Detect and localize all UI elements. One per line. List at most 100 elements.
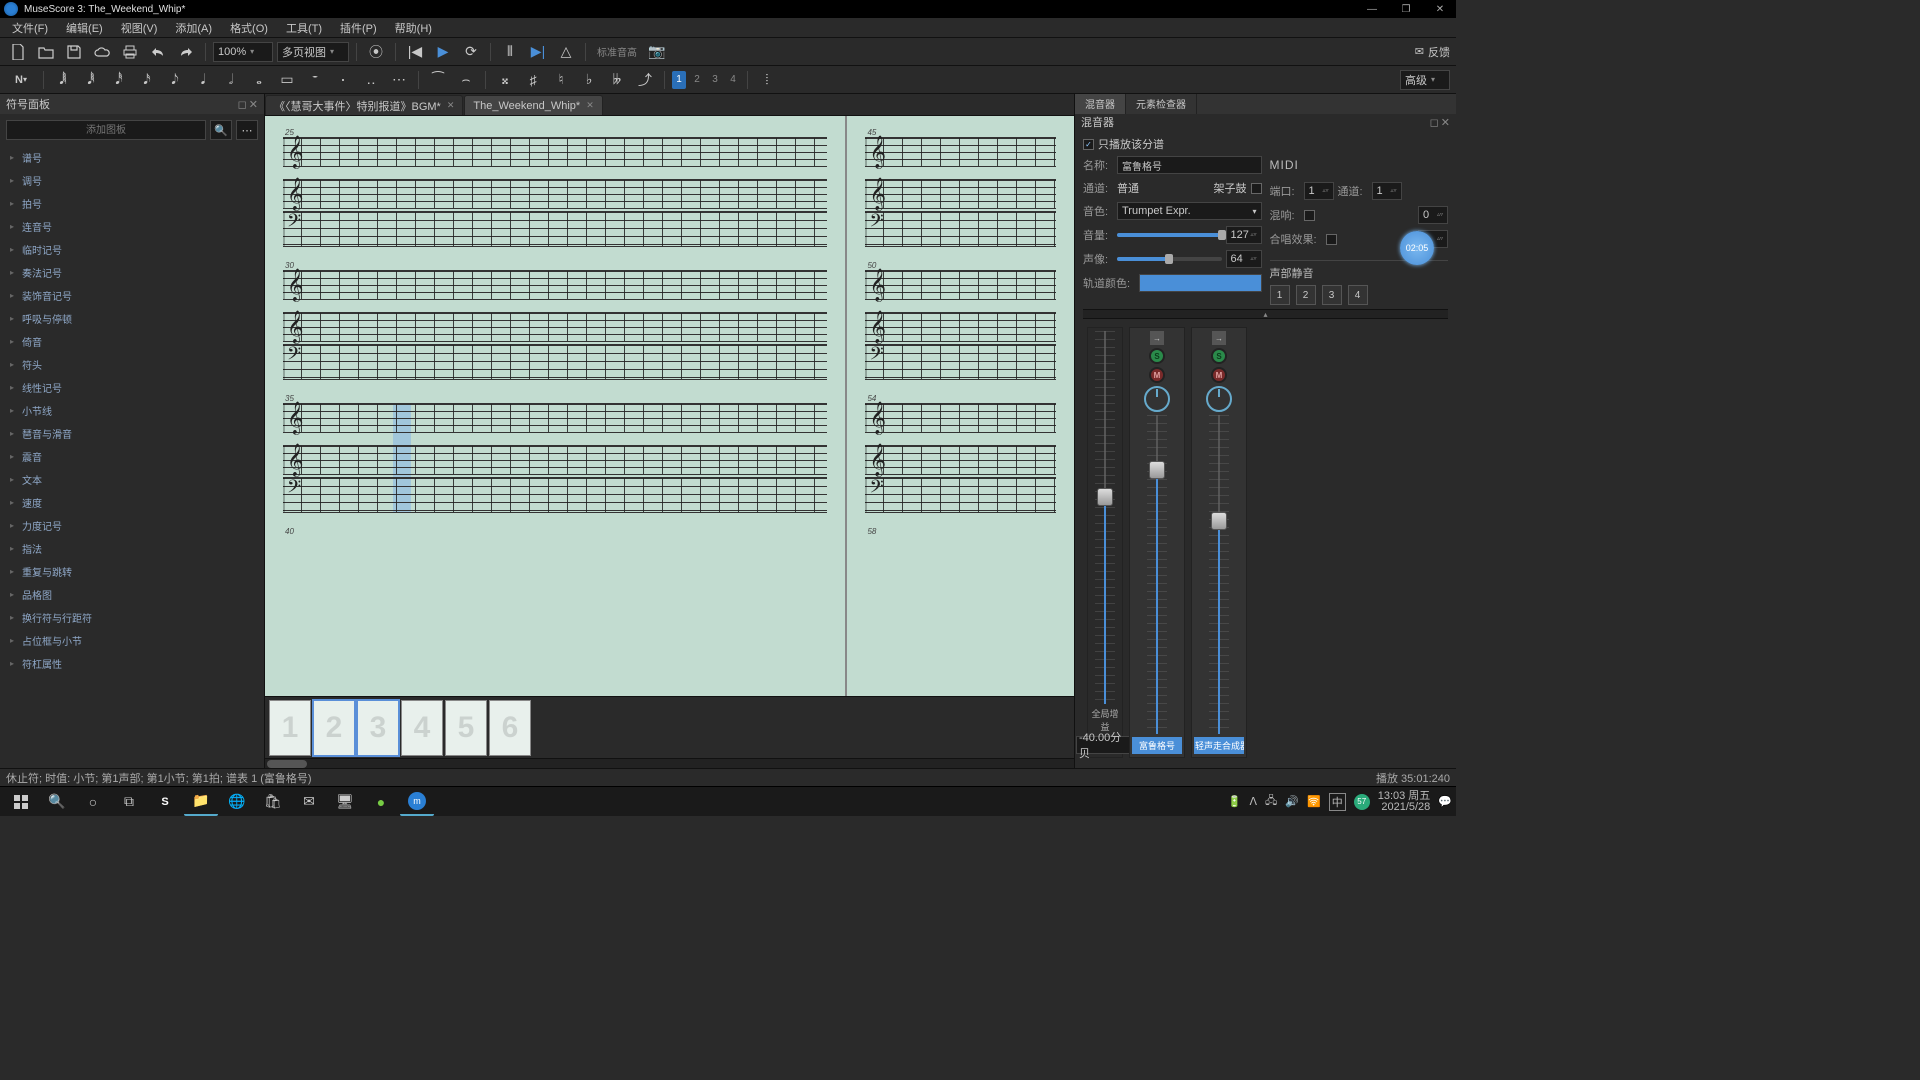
tab-mixer[interactable]: 混音器 (1075, 94, 1126, 114)
flip-icon[interactable]: ⤴ (633, 69, 657, 91)
taskbar-clock[interactable]: 13:03 周五 2021/5/28 (1378, 791, 1431, 813)
page-thumbnail[interactable]: 6 (489, 700, 531, 756)
palette-item[interactable]: 连音号 (0, 215, 264, 238)
palette-item[interactable]: 速度 (0, 491, 264, 514)
musescore-icon[interactable]: m (400, 788, 434, 816)
navigator-scrollbar[interactable] (265, 758, 1074, 768)
note-whole-icon[interactable]: 𝅗𝅥 (219, 69, 243, 91)
rewind-icon[interactable]: |◀ (403, 41, 427, 63)
palette-item[interactable]: 倚音 (0, 330, 264, 353)
menu-file[interactable]: 文件(F) (4, 18, 56, 38)
note-8th-icon[interactable]: 𝅘𝅥𝅯 (135, 69, 159, 91)
tray-chevron-icon[interactable]: ᐱ (1250, 795, 1258, 808)
edge-icon[interactable]: 🌐 (220, 788, 254, 816)
voice-3-button[interactable]: 3 (708, 71, 722, 89)
triple-dot-icon[interactable]: ⋯ (387, 69, 411, 91)
palette-item[interactable]: 临时记号 (0, 238, 264, 261)
volume-slider[interactable] (1117, 233, 1222, 237)
master-gain-value[interactable]: -40.00分贝 (1076, 736, 1134, 754)
play-icon[interactable]: ▶ (431, 41, 455, 63)
palette-item[interactable]: 呼吸与停顿 (0, 307, 264, 330)
workspace-select[interactable]: 高级 (1400, 70, 1450, 90)
palette-item[interactable]: 调号 (0, 169, 264, 192)
sharp-icon[interactable]: ♯ (521, 69, 545, 91)
palette-item[interactable]: 重复与跳转 (0, 560, 264, 583)
palette-item[interactable]: 奏法记号 (0, 261, 264, 284)
camera-icon[interactable]: 📷 (645, 41, 669, 63)
pan-slider[interactable] (1117, 257, 1222, 261)
track-color-swatch[interactable] (1139, 274, 1262, 292)
palette-item[interactable]: 品格图 (0, 583, 264, 606)
mixer-collapse-handle[interactable] (1083, 309, 1448, 319)
image-capture-icon[interactable]: ⦿ (364, 41, 388, 63)
maximize-button[interactable]: ❐ (1394, 2, 1418, 16)
channel-fader[interactable] (1147, 415, 1167, 734)
note-dot-icon[interactable]: 𝅝 (247, 69, 271, 91)
palette-item[interactable]: 符杠属性 (0, 652, 264, 675)
palette-item[interactable]: 指法 (0, 537, 264, 560)
undock-icon[interactable]: ◻ (238, 98, 247, 111)
palette-more-icon[interactable]: ⋯ (236, 120, 258, 140)
dot-icon[interactable]: · (331, 69, 355, 91)
loop-out-icon[interactable]: ▶| (526, 41, 550, 63)
note-quarter-icon[interactable]: 𝅘𝅥𝅮 (163, 69, 187, 91)
rest-icon[interactable]: 𝄻 (303, 69, 327, 91)
palette-item[interactable]: 文本 (0, 468, 264, 491)
concert-pitch-button[interactable]: 标准音高 (593, 44, 641, 59)
palette-item[interactable]: 谱号 (0, 146, 264, 169)
tie-icon[interactable]: ⁀ (426, 69, 450, 91)
undock-icon[interactable]: ◻ (1430, 116, 1439, 129)
menu-plugins[interactable]: 插件(P) (332, 18, 385, 38)
channel-fader[interactable] (1209, 415, 1229, 734)
tray-badge-icon[interactable]: 57 (1354, 794, 1370, 810)
expand-strip-icon[interactable]: → (1150, 331, 1164, 345)
voice-mute-1[interactable]: 1 (1270, 285, 1290, 305)
page-thumbnail[interactable]: 2 (313, 700, 355, 756)
palette-item[interactable]: 力度记号 (0, 514, 264, 537)
save-icon[interactable] (62, 41, 86, 63)
palette-item[interactable]: 拍号 (0, 192, 264, 215)
network-icon[interactable]: 🖧 (1265, 792, 1277, 811)
solo-button[interactable]: S (1149, 348, 1165, 364)
volume-icon[interactable]: 🔊 (1285, 795, 1299, 808)
wifi-icon[interactable]: 🛜 (1307, 795, 1321, 808)
ime-button[interactable]: 中 (1329, 793, 1346, 811)
tab-close-icon[interactable]: ✕ (586, 100, 594, 111)
mute-button[interactable]: M (1149, 367, 1165, 383)
score-canvas[interactable]: 25 𝄞 𝄞 𝄢 30 𝄞 𝄞 𝄢 35 (265, 116, 1074, 696)
panel-close-icon[interactable]: ✕ (249, 98, 258, 111)
panel-close-icon[interactable]: ✕ (1441, 116, 1450, 129)
mail-app-icon[interactable]: ✉ (292, 788, 326, 816)
document-tab[interactable]: 《〈慧哥大事件〉特别报道》BGM*✕ (265, 95, 463, 115)
slur-icon[interactable]: ⌢ (454, 69, 478, 91)
note-32nd-icon[interactable]: 𝅘𝅥𝅱 (79, 69, 103, 91)
undo-icon[interactable] (146, 41, 170, 63)
play-sub-only-checkbox[interactable] (1083, 139, 1094, 150)
menu-format[interactable]: 格式(O) (222, 18, 276, 38)
mute-button[interactable]: M (1211, 367, 1227, 383)
loop-icon[interactable]: ⟳ (459, 41, 483, 63)
palette-item[interactable]: 占位框与小节 (0, 629, 264, 652)
tab-inspector[interactable]: 元素检查器 (1126, 94, 1197, 114)
double-flat-icon[interactable]: 𝄫 (605, 69, 629, 91)
note-half-icon[interactable]: 𝅘𝅥 (191, 69, 215, 91)
minimize-button[interactable]: — (1360, 2, 1384, 16)
voice-2-button[interactable]: 2 (690, 71, 704, 89)
page-thumbnail[interactable]: 4 (401, 700, 443, 756)
pan-knob[interactable] (1206, 386, 1232, 412)
explorer-icon[interactable]: 📁 (184, 788, 218, 816)
master-fader[interactable] (1095, 331, 1115, 704)
feedback-button[interactable]: 反馈 (1428, 44, 1450, 60)
reverb-spin[interactable]: 0 (1418, 206, 1448, 224)
tuplet-icon[interactable]: ⦙ (755, 69, 779, 91)
start-button[interactable] (4, 788, 38, 816)
flat-icon[interactable]: ♭ (577, 69, 601, 91)
palette-item[interactable]: 符头 (0, 353, 264, 376)
palette-item[interactable]: 线性记号 (0, 376, 264, 399)
metronome-icon[interactable]: △ (554, 41, 578, 63)
menu-edit[interactable]: 编辑(E) (58, 18, 111, 38)
store-icon[interactable]: 🛍 (256, 788, 290, 816)
note-input-mode-icon[interactable]: N▾ (6, 69, 36, 91)
reverb-checkbox[interactable] (1304, 210, 1315, 221)
cloud-icon[interactable] (90, 41, 114, 63)
